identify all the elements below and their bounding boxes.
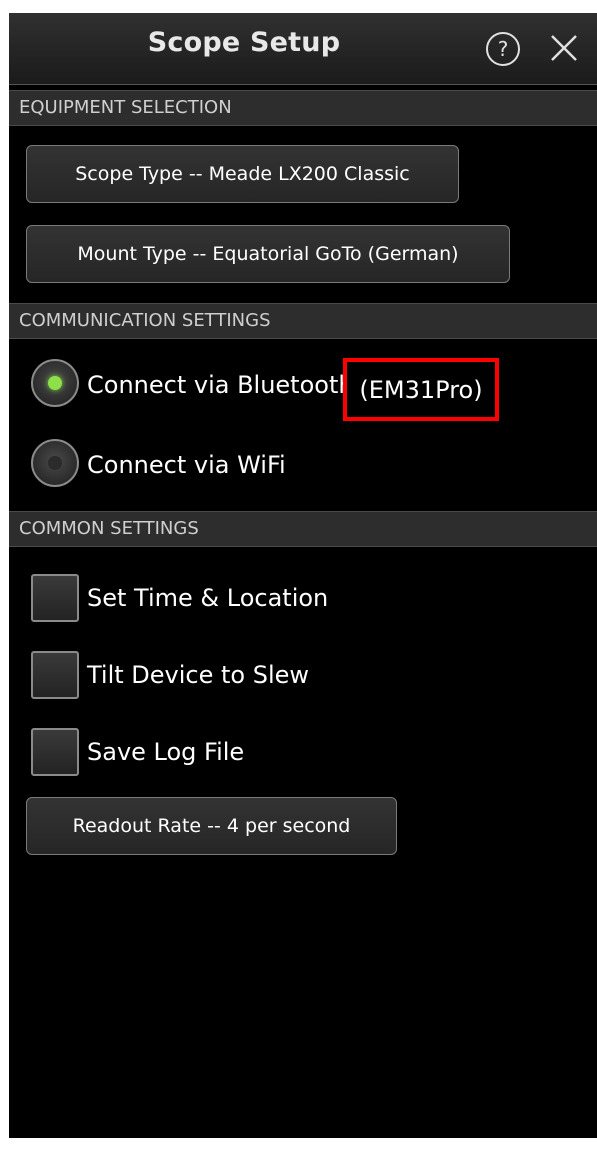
save-log-file-checkbox[interactable]: [31, 728, 79, 776]
close-button[interactable]: [549, 33, 579, 63]
section-common-settings: COMMON SETTINGS: [9, 511, 597, 547]
mount-type-button[interactable]: Mount Type -- Equatorial GoTo (German): [26, 225, 510, 283]
title-bar: Scope Setup ?: [9, 13, 597, 85]
radio-selected-dot: [48, 376, 62, 390]
tilt-device-checkbox[interactable]: [31, 651, 79, 699]
set-time-location-label[interactable]: Set Time & Location: [87, 584, 328, 612]
close-icon: [551, 35, 577, 61]
scope-setup-dialog: Scope Setup ? EQUIPMENT SELECTION Scope …: [9, 13, 597, 1138]
wifi-option-label[interactable]: Connect via WiFi: [87, 451, 286, 479]
readout-rate-button[interactable]: Readout Rate -- 4 per second: [26, 797, 397, 855]
set-time-location-checkbox[interactable]: [31, 574, 79, 622]
bluetooth-radio[interactable]: [31, 359, 79, 407]
radio-unselected-dot: [48, 456, 62, 470]
tilt-device-label[interactable]: Tilt Device to Slew: [87, 661, 309, 689]
bluetooth-option-label[interactable]: Connect via Bluetooth: [87, 371, 354, 399]
bluetooth-device-name: (EM31Pro): [343, 358, 499, 421]
page-title: Scope Setup: [147, 27, 341, 58]
help-icon: ?: [497, 37, 509, 61]
save-log-file-label[interactable]: Save Log File: [87, 738, 244, 766]
wifi-radio[interactable]: [31, 439, 79, 487]
section-communication-settings: COMMUNICATION SETTINGS: [9, 303, 597, 339]
help-button[interactable]: ?: [486, 32, 520, 66]
scope-type-button[interactable]: Scope Type -- Meade LX200 Classic: [26, 145, 459, 203]
section-equipment-selection: EQUIPMENT SELECTION: [9, 90, 597, 126]
